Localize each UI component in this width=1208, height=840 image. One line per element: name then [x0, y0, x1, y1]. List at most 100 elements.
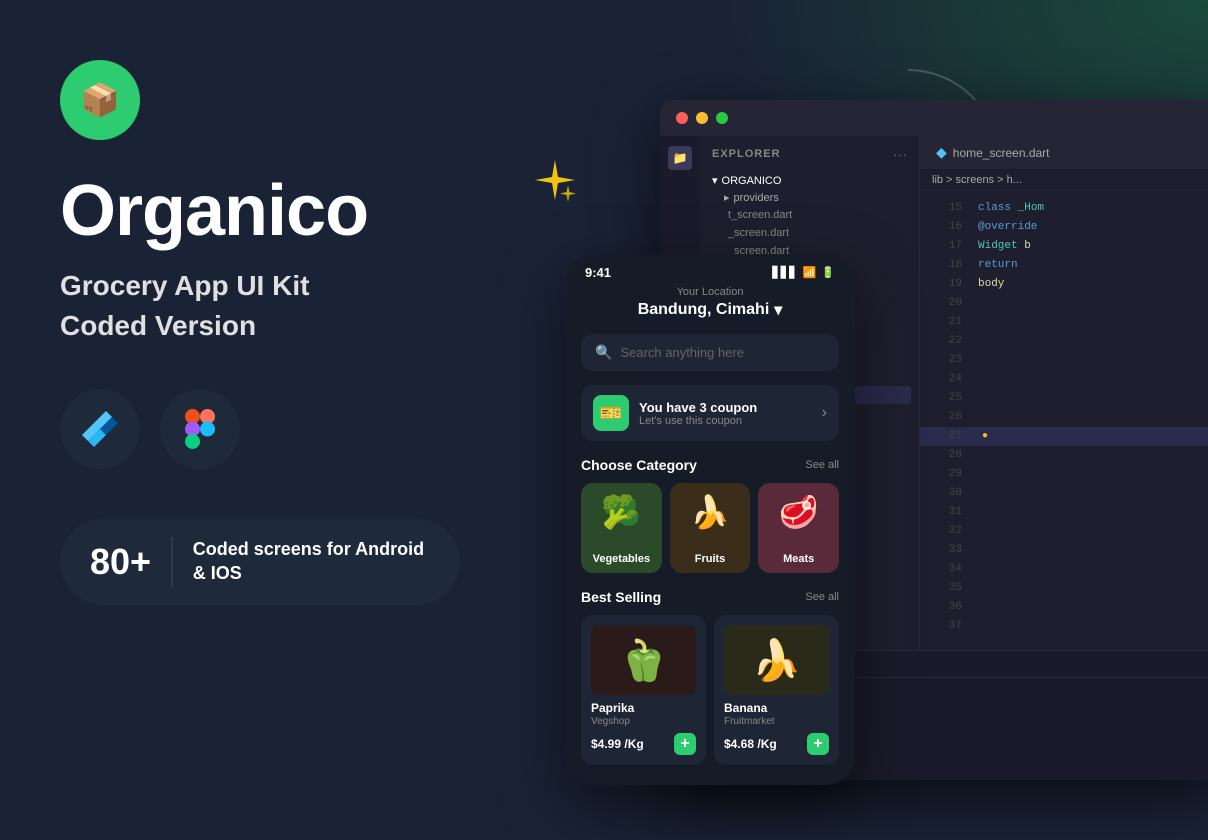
paprika-image: 🫑 [591, 625, 696, 695]
banana-add-button[interactable]: + [807, 733, 829, 755]
code-line-32: 32 [920, 522, 1208, 541]
explorer-icon[interactable]: 📁 [668, 146, 692, 170]
wifi-icon: 📶 [803, 266, 817, 279]
traffic-light-yellow[interactable] [696, 112, 708, 124]
editor-tab[interactable]: ◆ home_screen.dart [920, 136, 1208, 170]
figma-icon-circle [160, 389, 240, 469]
box-icon: 📦 [80, 81, 120, 119]
search-bar[interactable]: 🔍 Search anything here [581, 334, 839, 371]
cta-pill: 80+ Coded screens for Android & IOS [60, 519, 460, 605]
banana-shop: Fruitmarket [724, 716, 829, 727]
veg-label: Vegetables [581, 553, 662, 565]
code-line-30: 30 [920, 484, 1208, 503]
code-line-23: 23 [920, 351, 1208, 370]
code-line-35: 35 [920, 579, 1208, 598]
logo-circle: 📦 [60, 60, 140, 140]
code-line-31: 31 [920, 503, 1208, 522]
code-line-21: 21 [920, 313, 1208, 332]
line-dot-indicator: ● [982, 429, 988, 445]
tech-icons [60, 389, 510, 469]
signal-icon: ▋▋▋ [772, 266, 797, 279]
code-line-33: 33 [920, 541, 1208, 560]
paprika-shop: Vegshop [591, 716, 696, 727]
code-line-17: 17 Widget b [920, 237, 1208, 256]
code-line-20: 20 [920, 294, 1208, 313]
code-line-18: 18 return [920, 256, 1208, 275]
banana-price-row: $4.68 /Kg + [724, 733, 829, 755]
phone-status-icons: ▋▋▋ 📶 🔋 [772, 266, 835, 279]
coupon-icon: 🎫 [600, 403, 622, 424]
code-line-29: 29 [920, 465, 1208, 484]
product-banana[interactable]: 🍌 Banana Fruitmarket $4.68 /Kg + [714, 615, 839, 765]
explorer-title: EXPLORER [712, 148, 781, 160]
coupon-text-wrap: You have 3 coupon Let's use this coupon [639, 400, 812, 427]
categories-row: 🥦 Vegetables 🍌 Fruits 🥩 Meats [581, 483, 839, 573]
code-line-16: 16 @override [920, 218, 1208, 237]
tab-filename: home_screen.dart [953, 146, 1050, 160]
code-line-26: 26 [920, 408, 1208, 427]
paprika-add-button[interactable]: + [674, 733, 696, 755]
best-selling-title: Best Selling [581, 589, 661, 605]
dart-file-icon: ◆ [936, 144, 947, 161]
code-line-19: 19 body [920, 275, 1208, 294]
tree-file-1[interactable]: _screen.dart [708, 224, 911, 242]
category-fruits[interactable]: 🍌 Fruits [670, 483, 751, 573]
best-selling-see-all[interactable]: See all [805, 591, 839, 603]
traffic-light-green[interactable] [716, 112, 728, 124]
code-line-37: 37 [920, 617, 1208, 636]
code-line-25: 25 [920, 389, 1208, 408]
breadcrumb-text: lib > screens > h... [932, 174, 1022, 186]
coupon-subtitle: Let's use this coupon [639, 415, 812, 427]
tree-file-0[interactable]: t_screen.dart [708, 206, 911, 224]
phone-status-bar: 9:41 ▋▋▋ 📶 🔋 [565, 255, 855, 286]
paprika-price: $4.99 /Kg [591, 737, 644, 751]
paprika-name: Paprika [591, 701, 696, 715]
product-paprika[interactable]: 🫑 Paprika Vegshop $4.99 /Kg + [581, 615, 706, 765]
meat-label: Meats [758, 553, 839, 565]
best-selling-section-header: Best Selling See all [581, 589, 839, 605]
banana-name: Banana [724, 701, 829, 715]
fruit-emoji: 🍌 [690, 493, 730, 531]
code-line-24: 24 [920, 370, 1208, 389]
app-subtitle-line1: Grocery App UI Kit [60, 268, 510, 304]
tree-providers-folder: ▸ providers [708, 189, 911, 206]
coupon-banner[interactable]: 🎫 You have 3 coupon Let's use this coupo… [581, 385, 839, 441]
location-chevron: ▾ [774, 300, 782, 320]
explorer-menu-icon[interactable]: ··· [893, 146, 907, 162]
code-line-22: 22 [920, 332, 1208, 351]
phone-mockup: 9:41 ▋▋▋ 📶 🔋 Your Location Bandung, Cima… [565, 255, 855, 785]
banana-price: $4.68 /Kg [724, 737, 777, 751]
app-subtitle-line2: Coded Version [60, 308, 510, 344]
location-value: Bandung, Cimahi ▾ [581, 300, 839, 320]
figma-logo [185, 409, 215, 449]
coupon-title: You have 3 coupon [639, 400, 812, 415]
best-selling-row: 🫑 Paprika Vegshop $4.99 /Kg + 🍌 Banana F… [581, 615, 839, 765]
vscode-titlebar [660, 100, 1208, 136]
phone-body: Your Location Bandung, Cimahi ▾ 🔍 Search… [565, 286, 855, 785]
screens-count: 80+ [90, 541, 151, 583]
coupon-arrow-icon: › [822, 404, 827, 422]
fruit-label: Fruits [670, 553, 751, 565]
category-see-all[interactable]: See all [805, 459, 839, 471]
left-panel: 📦 Organico Grocery App UI Kit Coded Vers… [0, 0, 570, 840]
code-line-34: 34 [920, 560, 1208, 579]
phone-time: 9:41 [585, 265, 611, 280]
code-area: 15 class _Hom 16 @override 17 Widget b 1… [920, 191, 1208, 644]
meat-emoji: 🥩 [779, 493, 819, 531]
coupon-icon-box: 🎫 [593, 395, 629, 431]
banana-image: 🍌 [724, 625, 829, 695]
paprika-price-row: $4.99 /Kg + [591, 733, 696, 755]
code-line-15: 15 class _Hom [920, 199, 1208, 218]
location-label: Your Location [581, 286, 839, 298]
explorer-header: EXPLORER ··· [700, 136, 919, 172]
traffic-light-red[interactable] [676, 112, 688, 124]
code-line-28: 28 [920, 446, 1208, 465]
code-line-36: 36 [920, 598, 1208, 617]
search-icon: 🔍 [595, 344, 612, 361]
code-line-27: 27 ● [920, 427, 1208, 446]
category-vegetables[interactable]: 🥦 Vegetables [581, 483, 662, 573]
category-section-title: Choose Category [581, 457, 697, 473]
app-title: Organico [60, 170, 510, 252]
category-meats[interactable]: 🥩 Meats [758, 483, 839, 573]
category-section-header: Choose Category See all [581, 457, 839, 473]
